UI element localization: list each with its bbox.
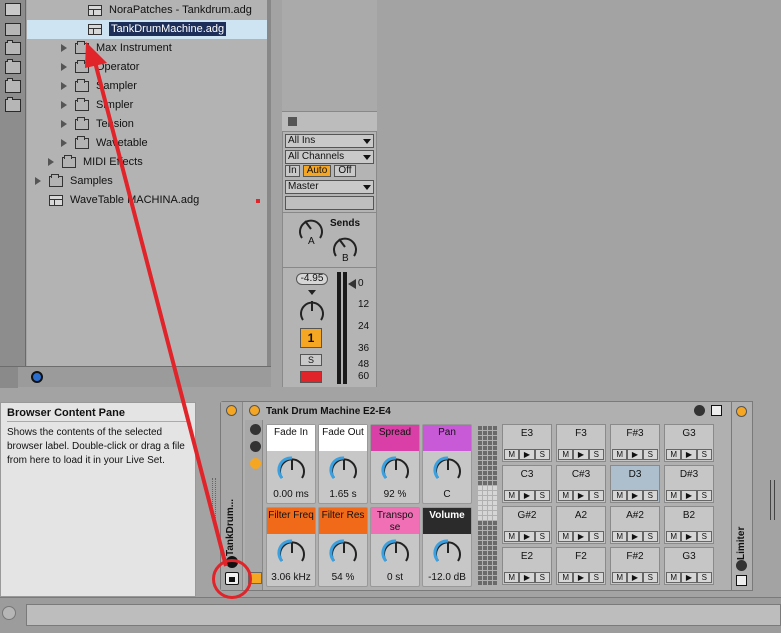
drag-arrow-annotation bbox=[85, 42, 228, 567]
highlight-circle-annotation bbox=[212, 559, 252, 599]
